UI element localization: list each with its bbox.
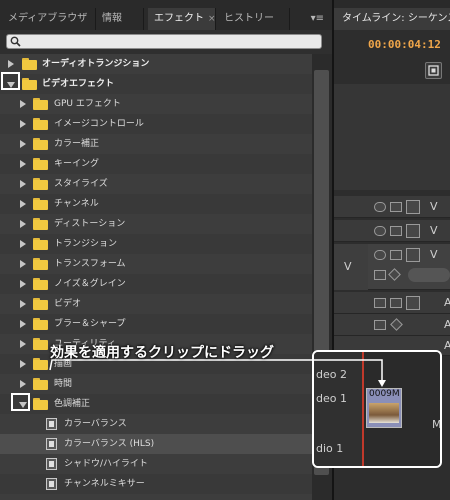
annotation-callout: 効果を適用するクリップにドラッグ: [50, 345, 274, 361]
annotation-connector: [49, 359, 386, 387]
